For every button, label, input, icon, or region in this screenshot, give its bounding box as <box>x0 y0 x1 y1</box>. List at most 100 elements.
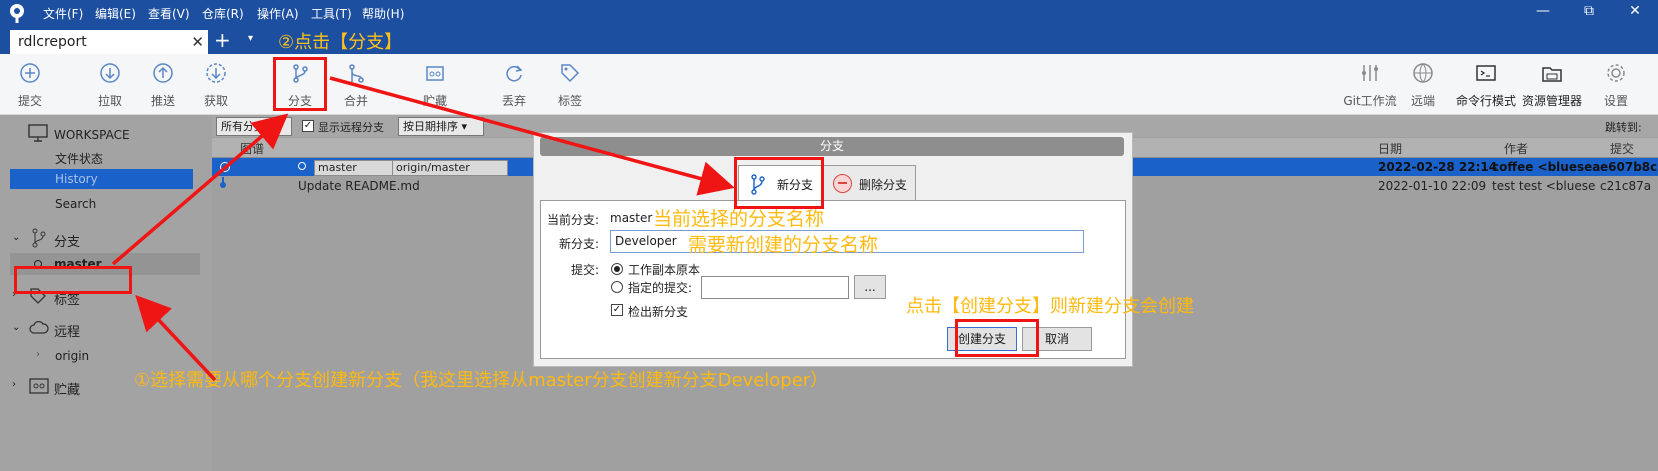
menu-edit[interactable]: 编辑(E) <box>95 5 136 22</box>
explorer-button[interactable]: 资源管理器 <box>1520 60 1584 110</box>
working-copy-radio[interactable] <box>611 263 623 275</box>
gear-icon <box>1607 64 1625 82</box>
fetch-button[interactable]: 获取 <box>190 60 242 110</box>
remote-globe-icon <box>1413 63 1433 83</box>
explorer-icon <box>1542 67 1562 82</box>
chevron-down-icon[interactable]: ⌄ <box>12 232 20 243</box>
chevron-down-icon[interactable]: ⌄ <box>12 322 20 333</box>
repo-tab-title: rdlcreport <box>18 34 87 50</box>
author-column-header[interactable]: 作者 <box>1504 140 1528 157</box>
head-icon <box>298 162 306 170</box>
menu-actions[interactable]: 操作(A) <box>257 5 299 22</box>
settings-button[interactable]: 设置 <box>1590 60 1642 110</box>
stash-label: 贮藏 <box>422 94 447 108</box>
commit-button[interactable]: 提交 <box>4 60 56 110</box>
commit-hash: e607b8c <box>1600 160 1658 174</box>
browse-commit-button[interactable]: ... <box>854 275 886 299</box>
commit-node-icon <box>220 162 230 172</box>
close-icon[interactable]: ✕ <box>191 33 204 51</box>
sourcetree-logo-icon <box>10 4 24 23</box>
commit-hash: c21c87a <box>1600 179 1652 193</box>
merge-button[interactable]: 合并 <box>330 60 382 110</box>
annotation-step1: ①选择需要从哪个分支创建新分支（我这里选择从master分支创建新分支Devel… <box>134 370 829 391</box>
remote-origin[interactable]: origin <box>55 349 89 363</box>
date-column-header[interactable]: 日期 <box>1378 140 1402 157</box>
show-remote-label: 显示远程分支 <box>318 121 384 134</box>
highlight-new-branch-tab <box>734 157 824 209</box>
push-label: 推送 <box>150 94 175 108</box>
branch-icon <box>32 228 46 248</box>
chevron-down-icon[interactable]: ▾ <box>248 33 253 44</box>
tag-button[interactable]: 标签 <box>544 60 596 110</box>
remove-icon <box>833 174 852 193</box>
git-flow-label: Git工作流 <box>1343 94 1397 108</box>
toolbar: 提交 拉取 推送 获取 分支 合并 贮藏 丢弃 标签 Git工作流 远端 命令行… <box>0 54 1658 115</box>
annotation-step2: ②点击【分支】 <box>278 32 403 53</box>
commit-date: 2022-01-10 22:09 <box>1378 179 1487 193</box>
stash-button[interactable]: 贮藏 <box>409 60 461 110</box>
stash-icon <box>29 378 49 394</box>
pull-icon <box>100 63 120 83</box>
merge-label: 合并 <box>343 94 368 108</box>
branches-header[interactable]: 分支 <box>54 231 80 250</box>
settings-label: 设置 <box>1603 94 1628 108</box>
sidebar-item-history[interactable]: History <box>10 169 193 189</box>
sort-order-select[interactable]: 按日期排序 ▾ <box>398 117 484 136</box>
minimize-button[interactable]: — <box>1530 3 1556 23</box>
discard-button[interactable]: 丢弃 <box>488 60 540 110</box>
sidebar-item-search[interactable]: Search <box>55 197 96 211</box>
menu-repository[interactable]: 仓库(R) <box>202 5 244 22</box>
highlight-create-branch-button <box>955 319 1039 357</box>
merge-icon <box>349 64 364 83</box>
annotation-new-branch: 需要新创建的分支名称 <box>688 234 879 256</box>
working-copy-label: 工作副本原本 <box>628 263 701 277</box>
graph-column-header[interactable]: 图谱 <box>240 140 264 157</box>
sidebar-item-history-label: History <box>55 172 98 186</box>
commit-column-header[interactable]: 提交 <box>1610 140 1634 157</box>
branch-filter-select[interactable]: 所有分支 ▾ <box>216 117 292 136</box>
commit-icon <box>20 63 40 83</box>
remotes-header[interactable]: 远程 <box>54 321 80 340</box>
remote-button[interactable]: 远端 <box>1397 60 1449 110</box>
terminal-label: 命令行模式 <box>1455 94 1516 108</box>
show-remote-checkbox[interactable]: ✓ <box>302 120 314 132</box>
chevron-right-icon[interactable]: › <box>12 379 16 390</box>
current-branch-label: 当前分支: <box>547 213 600 227</box>
push-button[interactable]: 推送 <box>137 60 189 110</box>
commit-source-label: 提交: <box>571 263 600 277</box>
tab-delete-branch-label: 删除分支 <box>859 178 908 192</box>
jump-to-label: 跳转到: <box>1605 121 1642 134</box>
tag-label: 标签 <box>557 94 582 108</box>
specified-commit-radio[interactable] <box>611 281 623 293</box>
git-flow-button[interactable]: Git工作流 <box>1340 60 1400 110</box>
checkout-new-branch-label: 检出新分支 <box>628 305 689 319</box>
tag-icon <box>561 64 580 83</box>
commit-author: coffee <bluesea <box>1492 160 1601 174</box>
pull-button[interactable]: 拉取 <box>84 60 136 110</box>
ref-tag-master[interactable]: master <box>314 160 394 176</box>
title-bar: 文件(F) 编辑(E) 查看(V) 仓库(R) 操作(A) 工具(T) 帮助(H… <box>0 0 1658 26</box>
menu-help[interactable]: 帮助(H) <box>362 5 404 22</box>
menu-view[interactable]: 查看(V) <box>148 5 190 22</box>
explorer-label: 资源管理器 <box>1521 94 1582 108</box>
menu-file[interactable]: 文件(F) <box>43 5 83 22</box>
specified-commit-label: 指定的提交: <box>628 281 693 295</box>
highlight-master-branch <box>14 266 132 294</box>
terminal-button[interactable]: 命令行模式 <box>1454 60 1518 110</box>
repo-tab[interactable]: rdlcreport ✕ <box>10 30 208 54</box>
close-window-button[interactable]: ✕ <box>1622 3 1648 23</box>
fetch-label: 获取 <box>203 94 228 108</box>
specified-commit-input[interactable] <box>701 276 849 299</box>
menu-tools[interactable]: 工具(T) <box>311 5 352 22</box>
commit-date: 2022-02-28 22:14 <box>1378 160 1498 174</box>
ref-tag-origin-master[interactable]: origin/master <box>392 160 508 176</box>
tab-delete-branch[interactable]: 删除分支 <box>822 165 916 202</box>
checkout-new-branch-checkbox[interactable]: ✓ <box>611 304 623 316</box>
add-tab-button[interactable]: + <box>214 28 231 52</box>
sidebar-item-file-status[interactable]: 文件状态 <box>55 150 103 167</box>
current-branch-value: master <box>610 211 653 225</box>
new-branch-label: 新分支: <box>559 237 600 251</box>
chevron-right-icon[interactable]: › <box>36 349 40 360</box>
stashes-header[interactable]: 贮藏 <box>54 379 80 398</box>
restore-button[interactable]: ⧉ <box>1576 3 1602 23</box>
